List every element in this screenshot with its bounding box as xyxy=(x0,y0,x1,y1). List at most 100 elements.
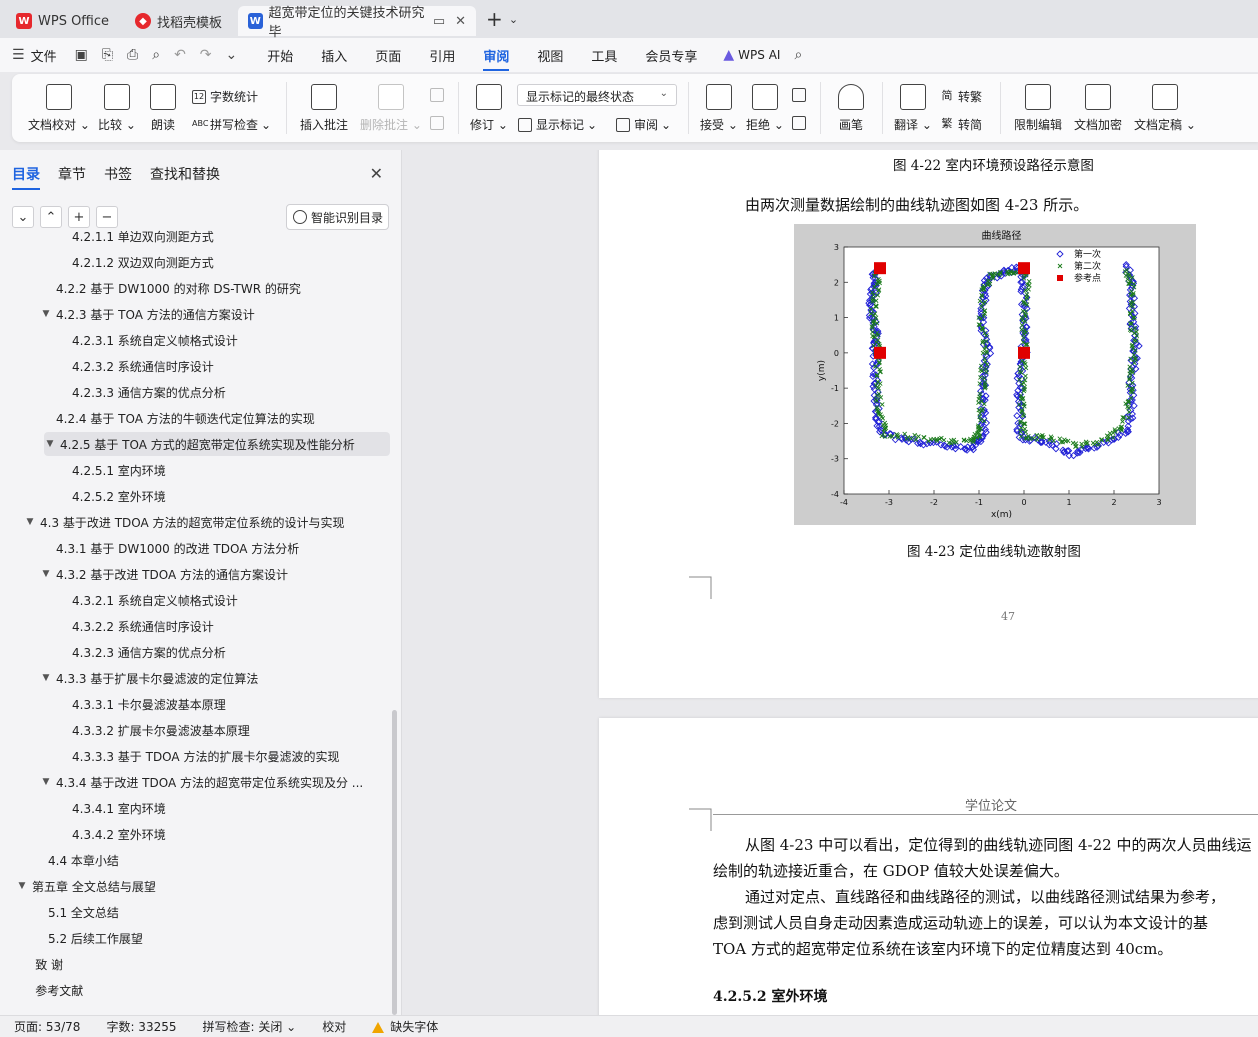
show-markup-button[interactable]: 显示标记 ⌄ xyxy=(518,116,597,133)
toc-item[interactable]: 4.3.1 基于 DW1000 的改进 TDOA 方法分析 xyxy=(0,536,392,560)
toc-item[interactable]: ▼ 4.2.3 基于 TOA 方法的通信方案设计 xyxy=(0,302,392,326)
menu-member[interactable]: 会员专享 xyxy=(645,46,697,65)
toc-item[interactable]: 4.2.5.2 室外环境 xyxy=(0,484,392,508)
insert-comment-button[interactable]: 插入批注 xyxy=(300,84,348,133)
toc-item[interactable]: 4.4 本章小结 xyxy=(0,848,392,872)
toc-item[interactable]: 致 谢 xyxy=(0,952,392,976)
print-preview-icon[interactable]: ⌕ xyxy=(152,47,160,63)
spell-check-button[interactable]: ABC 拼写检查 ⌄ xyxy=(192,116,271,133)
word-count-indicator[interactable]: 字数: 33255 xyxy=(106,1018,176,1035)
close-icon[interactable]: ✕ xyxy=(370,164,383,183)
prev-comment-button[interactable] xyxy=(430,88,448,102)
delete-comment-button[interactable]: 删除批注 ⌄ xyxy=(360,84,422,133)
nav-tab-toc[interactable]: 目录 xyxy=(12,164,40,190)
menu-view[interactable]: 视图 xyxy=(537,46,563,65)
monitor-icon[interactable]: ▭ xyxy=(433,14,445,29)
pen-button[interactable]: 画笔 xyxy=(838,84,864,133)
menu-wps-ai[interactable]: WPS AI xyxy=(738,48,780,62)
toc-item[interactable]: 4.2.3.1 系统自定义帧格式设计 xyxy=(0,328,392,352)
toc-item[interactable]: 4.2.5.1 室内环境 xyxy=(0,458,392,482)
close-icon[interactable]: ✕ xyxy=(455,14,466,29)
collapse-triangle-icon[interactable]: ▼ xyxy=(24,517,36,527)
nav-tab-bookmarks[interactable]: 书签 xyxy=(104,164,132,190)
tab-docer-templates[interactable]: ◆ 找稻壳模板 xyxy=(125,6,232,36)
toc-item[interactable]: 参考文献 xyxy=(0,978,392,1002)
menu-review[interactable]: 审阅 xyxy=(483,46,510,71)
tab-document[interactable]: W 超宽带定位的关键技术研究 毕 ▭ ✕ xyxy=(238,6,477,40)
toc-item[interactable]: ▼ 4.3 基于改进 TDOA 方法的超宽带定位系统的设计与实现 xyxy=(0,510,392,534)
collapse-triangle-icon[interactable]: ▼ xyxy=(16,881,28,891)
share-icon[interactable]: ⎘ xyxy=(102,47,113,63)
collapse-triangle-icon[interactable]: ▼ xyxy=(40,777,52,787)
toc-item[interactable]: 4.3.2.1 系统自定义帧格式设计 xyxy=(0,588,392,612)
restrict-edit-button[interactable]: 限制编辑 xyxy=(1014,84,1062,133)
toc-item[interactable]: 4.2.1.1 单边双向测距方式 xyxy=(0,224,392,248)
translate-button[interactable]: 翻译 ⌄ xyxy=(894,84,932,133)
toc-item[interactable]: 4.3.3.1 卡尔曼滤波基本原理 xyxy=(0,692,392,716)
compare-button[interactable]: 比较 ⌄ xyxy=(98,84,136,133)
toc-item[interactable]: 4.3.4.2 室外环境 xyxy=(0,822,392,846)
next-comment-button[interactable] xyxy=(430,116,448,130)
collapse-triangle-icon[interactable]: ▼ xyxy=(40,309,52,319)
reject-button[interactable]: 拒绝 ⌄ xyxy=(746,84,784,133)
menu-page[interactable]: 页面 xyxy=(375,46,401,65)
word-count-button[interactable]: 12 字数统计 xyxy=(192,88,258,105)
toc-item[interactable]: 4.3.2.3 通信方案的优点分析 xyxy=(0,640,392,664)
toc-item-label: 4.2.2 基于 DW1000 的对称 DS-TWR 的研究 xyxy=(56,281,301,296)
redo-icon[interactable]: ↷ xyxy=(200,47,212,63)
next-change-button[interactable] xyxy=(792,116,810,130)
doc-proof-button[interactable]: 文档校对 ⌄ xyxy=(28,84,90,133)
hamburger-menu-icon[interactable]: ☰ xyxy=(12,47,25,63)
collapse-triangle-icon[interactable]: ▼ xyxy=(44,439,56,449)
chevron-down-icon[interactable]: ⌄ xyxy=(509,13,518,26)
accept-button[interactable]: 接受 ⌄ xyxy=(700,84,738,133)
toc-item[interactable]: 4.3.3.2 扩展卡尔曼滤波基本原理 xyxy=(0,718,392,742)
nav-tab-find-replace[interactable]: 查找和替换 xyxy=(150,164,220,190)
undo-icon[interactable]: ↶ xyxy=(174,47,186,63)
toc-item[interactable]: 4.2.3.2 系统通信时序设计 xyxy=(0,354,392,378)
read-aloud-button[interactable]: 朗读 xyxy=(150,84,176,133)
toc-item[interactable]: 4.2.1.2 双边双向测距方式 xyxy=(0,250,392,274)
document-area[interactable]: 图 4-22 室内环境预设路径示意图 由两次测量数据绘制的曲线轨迹图如图 4-2… xyxy=(403,150,1258,1015)
tab-wps-office[interactable]: W WPS Office xyxy=(6,6,119,36)
to-simplified-button[interactable]: 繁 转简 xyxy=(940,116,983,133)
more-chevron-icon[interactable]: ⌄ xyxy=(226,47,238,63)
missing-font-status[interactable]: 缺失字体 xyxy=(372,1018,438,1035)
page-indicator[interactable]: 页面: 53/78 xyxy=(14,1018,80,1035)
collapse-triangle-icon[interactable]: ▼ xyxy=(40,569,52,579)
to-traditional-button[interactable]: 简 转繁 xyxy=(940,88,983,105)
toc-item[interactable]: 4.2.4 基于 TOA 方法的牛顿迭代定位算法的实现 xyxy=(0,406,392,430)
toc-item[interactable]: 4.3.4.1 室内环境 xyxy=(0,796,392,820)
toc-item[interactable]: 5.2 后续工作展望 xyxy=(0,926,392,950)
toc-item[interactable]: 5.1 全文总结 xyxy=(0,900,392,924)
new-tab-icon[interactable]: + xyxy=(486,7,503,31)
encrypt-button[interactable]: 文档加密 xyxy=(1074,84,1122,133)
markup-state-select[interactable]: 显示标记的最终状态 ⌄ xyxy=(517,84,677,106)
toc-item[interactable]: 4.3.2.2 系统通信时序设计 xyxy=(0,614,392,638)
revise-button[interactable]: 修订 ⌄ xyxy=(470,84,508,133)
toc-item[interactable]: 4.2.2 基于 DW1000 的对称 DS-TWR 的研究 xyxy=(0,276,392,300)
menu-file[interactable]: 文件 xyxy=(31,46,57,65)
toc-item[interactable]: 4.3.3.3 基于 TDOA 方法的扩展卡尔曼滤波的实现 xyxy=(0,744,392,768)
collapse-triangle-icon[interactable]: ▼ xyxy=(40,673,52,683)
nav-tab-chapters[interactable]: 章节 xyxy=(58,164,86,190)
finalize-button[interactable]: 文档定稿 ⌄ xyxy=(1134,84,1196,133)
toc-item[interactable]: ▼ 4.2.5 基于 TOA 方式的超宽带定位系统实现及性能分析 xyxy=(44,432,390,456)
prev-change-button[interactable] xyxy=(792,88,810,102)
menu-tools[interactable]: 工具 xyxy=(591,46,617,65)
review-pane-button[interactable]: 审阅 ⌄ xyxy=(616,116,671,133)
toc-item[interactable]: ▼ 4.3.4 基于改进 TDOA 方法的超宽带定位系统实现及分 ... xyxy=(0,770,392,794)
save-icon[interactable]: ▣ xyxy=(75,47,88,63)
toc-item[interactable]: 4.2.3.3 通信方案的优点分析 xyxy=(0,380,392,404)
toc-item[interactable]: ▼ 4.3.2 基于改进 TDOA 方法的通信方案设计 xyxy=(0,562,392,586)
menu-home[interactable]: 开始 xyxy=(267,46,293,65)
menu-insert[interactable]: 插入 xyxy=(321,46,347,65)
proof-status[interactable]: 校对 xyxy=(322,1018,346,1035)
print-icon[interactable]: ⎙ xyxy=(127,47,138,63)
toc-item[interactable]: ▼ 4.3.3 基于扩展卡尔曼滤波的定位算法 xyxy=(0,666,392,690)
nav-scrollbar[interactable] xyxy=(392,710,397,1015)
toc-item[interactable]: ▼ 第五章 全文总结与展望 xyxy=(0,874,392,898)
menu-references[interactable]: 引用 xyxy=(429,46,455,65)
spell-check-status[interactable]: 拼写检查: 关闭 ⌄ xyxy=(203,1018,297,1035)
search-icon[interactable]: ⌕ xyxy=(794,47,802,63)
